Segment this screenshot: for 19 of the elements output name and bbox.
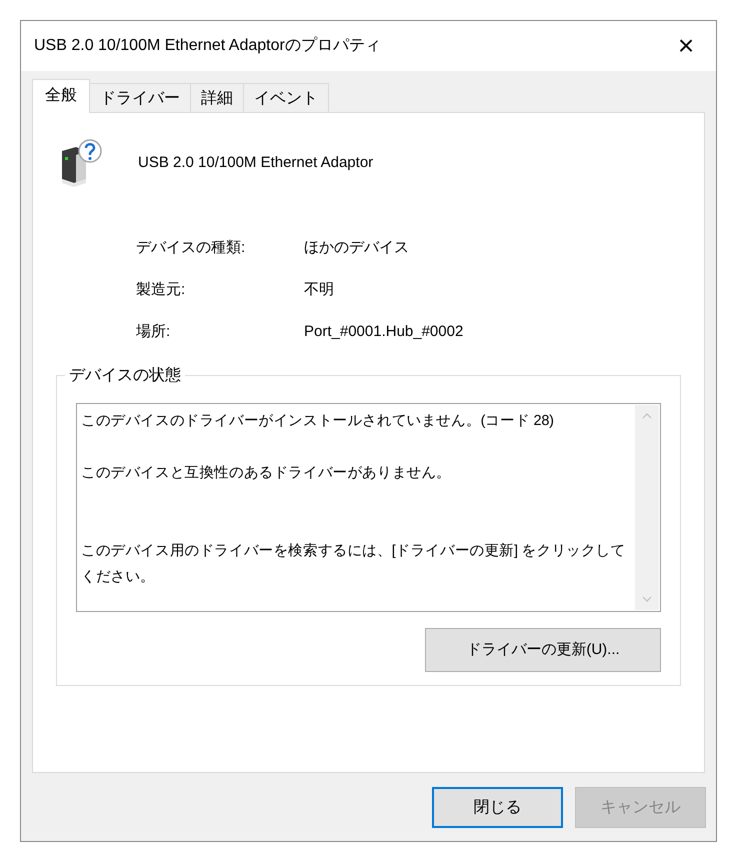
status-message: このデバイスと互換性のあるドライバーがありません。 xyxy=(81,464,452,483)
window-title: USB 2.0 10/100M Ethernet Adaptorのプロパティ xyxy=(34,36,381,56)
property-value: 不明 xyxy=(304,280,334,300)
tab[interactable]: 全般 xyxy=(32,79,90,113)
close-button[interactable]: 閉じる xyxy=(432,787,563,828)
update-driver-button[interactable]: ドライバーの更新(U)... xyxy=(425,628,661,672)
property-label: 場所: xyxy=(136,322,172,342)
scroll-down-icon[interactable] xyxy=(642,596,652,602)
property-label: デバイスの種類: xyxy=(136,238,246,258)
property-label: 製造元: xyxy=(136,280,186,300)
scroll-up-icon[interactable] xyxy=(642,413,652,419)
device-name: USB 2.0 10/100M Ethernet Adaptor xyxy=(138,152,374,173)
status-message: このデバイスのドライバーがインストールされていません。(コード 28) xyxy=(81,412,555,431)
property-value: Port_#0001.Hub_#0002 xyxy=(304,322,464,342)
close-button[interactable]: × xyxy=(666,26,706,66)
status-message: このデバイス用のドライバーを検索するには、[ドライバーの更新] をクリックしてください。 xyxy=(81,542,626,587)
tab[interactable]: イベント xyxy=(243,83,329,113)
property-value: ほかのデバイス xyxy=(304,238,409,258)
scrollbar[interactable] xyxy=(635,405,659,610)
